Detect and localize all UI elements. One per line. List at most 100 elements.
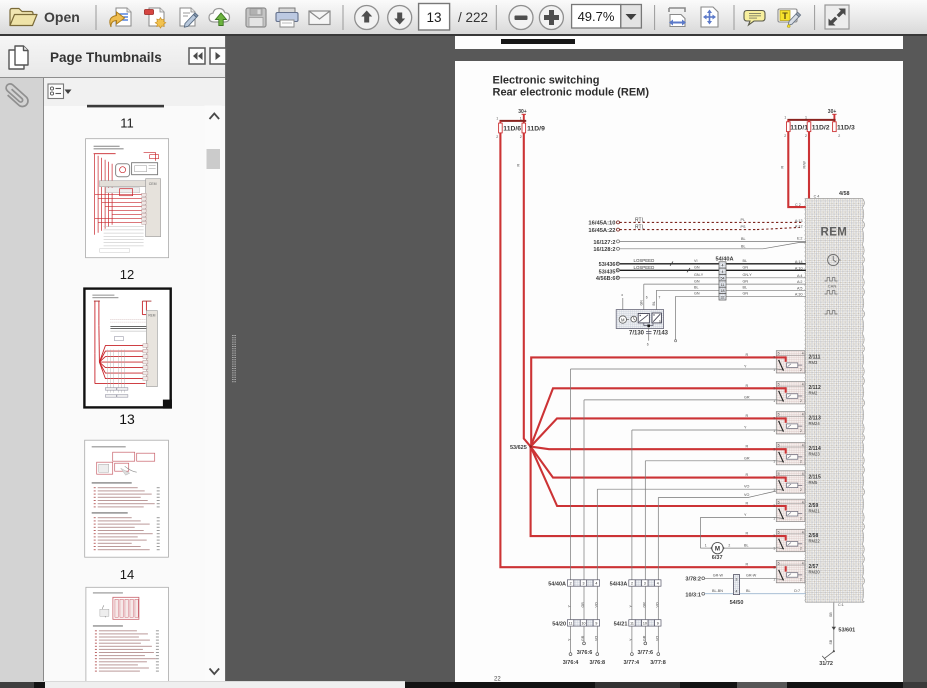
svg-text:4: 4	[736, 589, 738, 593]
svg-text:VO: VO	[655, 635, 659, 640]
svg-text:1: 1	[784, 115, 786, 119]
svg-text:C:1: C:1	[838, 603, 844, 607]
svg-text:1: 1	[773, 367, 775, 371]
svg-text:PL: PL	[741, 217, 746, 221]
svg-text:4: 4	[802, 351, 804, 355]
svg-text:GN: GN	[743, 279, 749, 283]
svg-text:10/3:1: 10/3:1	[685, 592, 701, 598]
svg-text:13: 13	[426, 10, 441, 25]
svg-text:54/21: 54/21	[614, 621, 628, 627]
svg-text:T: T	[782, 11, 788, 21]
svg-text:BL: BL	[652, 301, 656, 305]
svg-text:4: 4	[802, 500, 804, 504]
svg-text:R: R	[746, 501, 749, 505]
svg-text:54/40A: 54/40A	[548, 581, 566, 587]
svg-text:R: R	[780, 165, 784, 168]
svg-text:BL: BL	[743, 285, 748, 289]
svg-text:53/625: 53/625	[510, 445, 527, 451]
svg-text:3: 3	[773, 355, 775, 359]
svg-text:BL: BL	[743, 259, 748, 263]
svg-text:3/76:4: 3/76:4	[563, 659, 580, 665]
svg-text:BL-BN: BL-BN	[712, 589, 723, 593]
svg-text:SB: SB	[829, 611, 833, 616]
svg-text:14: 14	[120, 567, 134, 582]
svg-text:4: 4	[722, 263, 724, 267]
svg-text:5: 5	[778, 443, 780, 447]
svg-text:54/40A: 54/40A	[715, 256, 733, 262]
svg-text:1: 1	[773, 428, 775, 432]
svg-text:R/W: R/W	[803, 160, 807, 168]
svg-text:R: R	[746, 383, 749, 387]
svg-text:A:13: A:13	[795, 218, 803, 222]
svg-text:RM23: RM23	[809, 451, 821, 456]
svg-text:M: M	[621, 317, 625, 322]
svg-text:5: 5	[778, 471, 780, 475]
svg-text:4: 4	[802, 530, 804, 534]
svg-text:3: 3	[644, 581, 646, 585]
svg-text:GR-W: GR-W	[713, 573, 724, 577]
svg-text:R: R	[517, 163, 521, 166]
svg-text:A:4: A:4	[797, 273, 803, 277]
svg-text:2: 2	[728, 543, 730, 547]
svg-text:REM: REM	[821, 226, 848, 238]
svg-text:11: 11	[721, 282, 725, 286]
svg-text:6/37: 6/37	[712, 554, 723, 560]
svg-text:1: 1	[773, 398, 775, 402]
svg-text:11D/9: 11D/9	[527, 125, 545, 132]
svg-text:11D/6: 11D/6	[503, 125, 521, 132]
svg-text:GR: GR	[581, 635, 585, 641]
svg-text:E:2: E:2	[797, 236, 803, 240]
svg-text:GN: GN	[694, 279, 700, 283]
svg-text:RM5: RM5	[809, 480, 819, 485]
svg-text:11D/3: 11D/3	[837, 124, 855, 131]
svg-text:3: 3	[583, 581, 585, 585]
svg-text:3: 3	[773, 416, 775, 420]
svg-text:16/45A:10: 16/45A:10	[588, 220, 615, 226]
svg-text:2: 2	[496, 135, 498, 139]
svg-text:PS: PS	[741, 225, 746, 229]
svg-text:2: 2	[805, 133, 807, 137]
svg-text:C 4: C 4	[814, 194, 820, 198]
svg-text:10: 10	[582, 621, 586, 625]
svg-text:BL: BL	[694, 285, 699, 289]
svg-text:54/20: 54/20	[552, 621, 566, 627]
svg-text:2: 2	[838, 133, 840, 137]
svg-text:Open: Open	[44, 9, 80, 25]
svg-text:1: 1	[705, 543, 707, 547]
svg-text:16/128:2: 16/128:2	[593, 247, 615, 253]
svg-text:RTL: RTL	[635, 224, 645, 230]
svg-text:A:2: A:2	[797, 280, 803, 284]
svg-text:R: R	[746, 562, 749, 566]
svg-text:R: R	[746, 531, 749, 535]
svg-text:3: 3	[773, 447, 775, 451]
svg-text:3: 3	[773, 475, 775, 479]
svg-text:BL: BL	[746, 589, 751, 593]
svg-text:2: 2	[800, 488, 802, 492]
svg-text:GN: GN	[743, 291, 749, 295]
svg-text:5: 5	[778, 500, 780, 504]
svg-text:3: 3	[773, 386, 775, 390]
svg-text:RM22: RM22	[809, 538, 821, 543]
svg-text:R: R	[746, 413, 749, 417]
svg-text:A:14: A:14	[795, 259, 803, 263]
svg-text:4: 4	[595, 581, 597, 585]
svg-text:2: 2	[631, 581, 633, 585]
svg-text:9: 9	[595, 621, 597, 625]
svg-text:11: 11	[630, 621, 634, 625]
svg-text:4: 4	[802, 561, 804, 565]
svg-text:GN-Y: GN-Y	[694, 273, 704, 277]
svg-text:7/130: 7/130	[629, 330, 645, 336]
svg-text:A:10: A:10	[795, 266, 803, 270]
svg-text:GN: GN	[694, 291, 700, 295]
svg-text:3: 3	[773, 534, 775, 538]
svg-text:LOSPEED: LOSPEED	[634, 264, 655, 269]
svg-text:VO: VO	[744, 493, 749, 497]
svg-text:A:5: A:5	[797, 286, 803, 290]
svg-text:1: 1	[520, 116, 522, 120]
svg-text:VI: VI	[694, 259, 697, 263]
svg-text:3/77:8: 3/77:8	[650, 659, 666, 665]
svg-text:2: 2	[570, 581, 572, 585]
svg-text:SB: SB	[829, 639, 833, 644]
svg-text:A:12: A:12	[795, 224, 803, 228]
svg-text:1: 1	[805, 115, 807, 119]
